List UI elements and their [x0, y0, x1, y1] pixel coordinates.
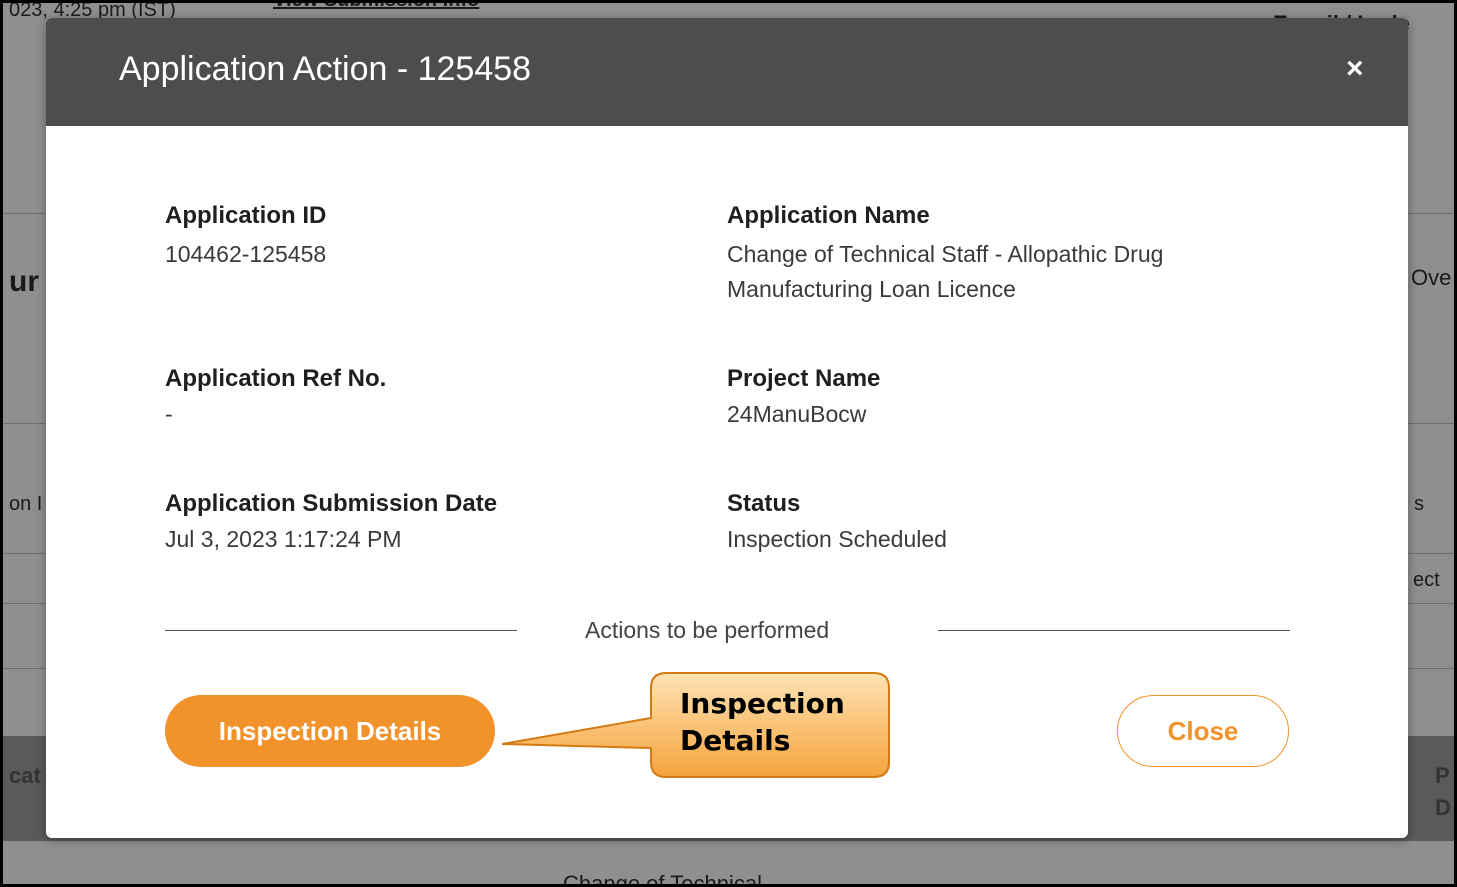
- callout-label: Inspection Details: [680, 687, 845, 757]
